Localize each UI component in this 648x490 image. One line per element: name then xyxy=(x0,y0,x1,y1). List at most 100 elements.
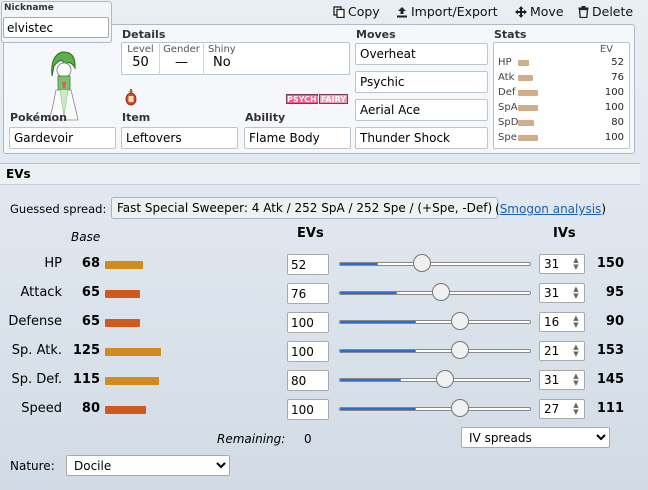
pokemon-sprite xyxy=(38,46,88,121)
iv-input-sp-atk[interactable]: 21 ▲ ▼ xyxy=(539,341,585,361)
details-label: Details xyxy=(122,28,166,41)
iv-stepper-icon[interactable]: ▲ ▼ xyxy=(571,315,581,329)
base-header: Base xyxy=(71,230,101,244)
stat-name: Attack xyxy=(20,285,62,300)
level-cell: Level 50 xyxy=(122,42,160,75)
move-button[interactable]: Move xyxy=(515,4,564,19)
ev-input-hp[interactable] xyxy=(287,254,329,275)
ev-slider-fill xyxy=(340,321,416,323)
stat-name: Sp. Def. xyxy=(11,372,62,387)
ev-slider-hp[interactable] xyxy=(339,254,531,272)
stat-row-hp: HP 52 xyxy=(494,56,634,71)
stat-label: Atk xyxy=(498,72,515,83)
base-stat-bar xyxy=(105,377,159,385)
guessed-spread-button[interactable]: Fast Special Sweeper: 4 Atk / 252 SpA / … xyxy=(111,197,499,219)
ev-slider-sp-def[interactable] xyxy=(339,370,531,388)
ev-slider-speed[interactable] xyxy=(339,399,531,417)
ev-slider-fill xyxy=(340,263,378,265)
nickname-input[interactable] xyxy=(3,17,109,38)
move-2-field[interactable]: Psychic xyxy=(355,71,488,93)
ability-label: Ability xyxy=(245,111,286,124)
iv-stepper-icon[interactable]: ▲ ▼ xyxy=(571,286,581,300)
delete-button[interactable]: Delete xyxy=(578,4,633,19)
base-stat-value: 80 xyxy=(81,401,100,416)
ev-slider-thumb[interactable] xyxy=(451,312,469,330)
copy-label: Copy xyxy=(348,4,380,19)
base-stat-bar xyxy=(105,406,146,414)
iv-value: 21 xyxy=(544,344,560,358)
iv-input-hp[interactable]: 31 ▲ ▼ xyxy=(539,254,585,274)
ev-row-label-attack: Attack xyxy=(0,285,62,303)
stat-row-spd: SpD 80 xyxy=(494,116,634,131)
base-stat-value: 65 xyxy=(81,314,100,329)
move-3-field[interactable]: Aerial Ace xyxy=(355,99,488,121)
move-label: Move xyxy=(530,4,564,19)
ev-row-label-sp-atk: Sp. Atk. xyxy=(0,343,62,361)
iv-stepper-icon[interactable]: ▲ ▼ xyxy=(571,402,581,416)
copy-icon xyxy=(333,5,345,18)
iv-input-speed[interactable]: 27 ▲ ▼ xyxy=(539,399,585,419)
pokemon-field[interactable]: Gardevoir xyxy=(9,127,116,149)
stat-bar xyxy=(518,120,534,126)
gender-cell: Gender — xyxy=(160,42,204,75)
iv-value: 31 xyxy=(544,286,560,300)
stat-bar xyxy=(518,135,538,141)
stat-total: 111 xyxy=(596,401,624,416)
ev-slider-thumb[interactable] xyxy=(432,283,450,301)
stat-ev-value: 52 xyxy=(611,57,624,68)
item-sprite-leftovers xyxy=(125,88,137,106)
iv-value: 16 xyxy=(544,315,560,329)
ev-slider-thumb[interactable] xyxy=(436,370,454,388)
stats-ev-header: EV xyxy=(599,44,613,55)
ev-input-sp-atk[interactable] xyxy=(287,341,329,362)
ev-slider-thumb[interactable] xyxy=(413,254,431,272)
type-badge-fairy: FAIRY xyxy=(319,94,348,104)
level-value: 50 xyxy=(132,55,149,70)
base-stat-bar xyxy=(105,261,143,269)
ev-slider-thumb[interactable] xyxy=(451,399,469,417)
ev-slider-fill xyxy=(340,350,416,352)
move-1-field[interactable]: Overheat xyxy=(355,43,488,65)
ev-slider-fill xyxy=(340,379,401,381)
iv-stepper-icon[interactable]: ▲ ▼ xyxy=(571,373,581,387)
ev-slider-thumb[interactable] xyxy=(451,341,469,359)
stats-label: Stats xyxy=(494,28,527,41)
ev-input-defense[interactable] xyxy=(287,312,329,333)
iv-input-sp-def[interactable]: 31 ▲ ▼ xyxy=(539,370,585,390)
iv-value: 27 xyxy=(544,402,560,416)
stat-total: 145 xyxy=(596,372,624,387)
stat-total: 90 xyxy=(605,314,624,329)
base-stat-bar xyxy=(105,290,140,298)
ev-slider-sp-atk[interactable] xyxy=(339,341,531,359)
stat-total: 153 xyxy=(596,343,624,358)
move-4-field[interactable]: Thunder Shock xyxy=(355,127,488,149)
guessed-spread-label: Guessed spread: xyxy=(10,202,107,216)
stat-label: Def xyxy=(498,87,516,98)
iv-spreads-select[interactable]: IV spreads xyxy=(461,427,610,448)
ability-field[interactable]: Flame Body xyxy=(244,127,351,149)
nickname-label: Nickname xyxy=(4,3,54,13)
import-export-button[interactable]: Import/Export xyxy=(396,4,498,19)
item-field[interactable]: Leftovers xyxy=(121,127,238,149)
iv-input-attack[interactable]: 31 ▲ ▼ xyxy=(539,283,585,303)
upload-icon xyxy=(397,6,407,17)
smogon-analysis-link[interactable]: Smogon analysis xyxy=(500,202,602,216)
ev-input-attack[interactable] xyxy=(287,283,329,304)
stat-row-def: Def 100 xyxy=(494,86,634,101)
stats-box[interactable]: EV HP 52 Atk 76 Def 100 SpA 100 SpD 80 Spe 100 xyxy=(493,42,630,149)
ev-slider-defense[interactable] xyxy=(339,312,531,330)
stat-bar xyxy=(518,60,529,66)
moves-label: Moves xyxy=(356,28,396,41)
nature-select[interactable]: Docile xyxy=(66,455,230,476)
smogon-analysis: (Smogon analysis) xyxy=(495,202,606,216)
ev-input-speed[interactable] xyxy=(287,399,329,420)
iv-stepper-icon[interactable]: ▲ ▼ xyxy=(571,257,581,271)
stat-name: HP xyxy=(44,256,62,271)
item-label: Item xyxy=(122,111,151,124)
ev-input-sp-def[interactable] xyxy=(287,370,329,391)
iv-input-defense[interactable]: 16 ▲ ▼ xyxy=(539,312,585,332)
ev-slider-attack[interactable] xyxy=(339,283,531,301)
iv-stepper-icon[interactable]: ▲ ▼ xyxy=(571,344,581,358)
copy-button[interactable]: Copy xyxy=(333,4,380,19)
remaining-label: Remaining: xyxy=(217,432,286,446)
